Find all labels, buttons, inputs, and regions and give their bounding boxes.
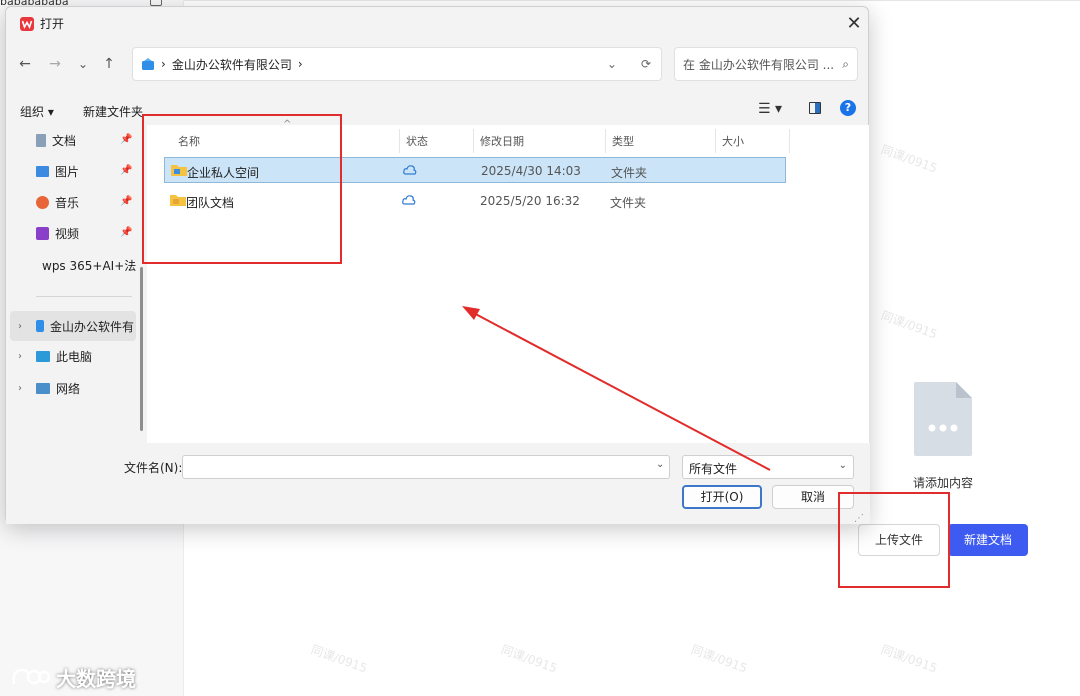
watermark-text: 同课/0915	[689, 642, 750, 676]
nav-item-label: 金山办公软件有	[49, 319, 134, 334]
preview-pane-icon[interactable]	[809, 102, 821, 114]
watermark-text: 同课/0915	[879, 642, 940, 676]
close-icon[interactable]: ✕	[842, 13, 866, 35]
cloud-drive-icon	[36, 320, 44, 332]
music-icon	[36, 195, 49, 209]
search-input[interactable]: 在 金山办公软件有限公司 ...	[683, 56, 842, 73]
annotation-highlight-box	[838, 492, 950, 588]
column-divider[interactable]	[715, 129, 716, 153]
column-divider[interactable]	[605, 129, 606, 153]
chevron-down-icon[interactable]: ⌄	[839, 460, 847, 471]
watermark-text: 同课/0915	[499, 642, 560, 676]
nav-item-label: 此电脑	[56, 349, 93, 364]
organize-menu[interactable]: 组织 ▾	[20, 103, 54, 120]
nav-item-wps-folder[interactable]: wps 365+AI+法	[36, 253, 136, 277]
empty-document-icon	[912, 380, 974, 458]
app-topline	[184, 0, 1080, 1]
new-document-button[interactable]: 新建文档	[948, 524, 1028, 556]
pin-icon[interactable]: 📌	[120, 196, 132, 207]
watermark-text: 同课/0915	[309, 642, 370, 676]
watermark-text: 同课/0915	[879, 308, 940, 342]
file-modified: 2025/5/20 16:32	[480, 194, 580, 208]
computer-icon	[36, 350, 50, 362]
file-type: 文件夹	[610, 196, 647, 210]
column-header-status[interactable]: 状态	[406, 133, 428, 149]
brand-logo-icon	[12, 668, 50, 685]
address-separator: ›	[161, 57, 166, 71]
up-arrow-icon[interactable]: ↑	[98, 53, 120, 75]
nav-item-network[interactable]: 网络	[36, 376, 156, 400]
nav-separator	[36, 296, 132, 297]
back-arrow-icon[interactable]: ←	[14, 53, 36, 75]
expand-chevron-icon[interactable]: ›	[18, 383, 22, 394]
brand-watermark: 大数跨境	[10, 662, 136, 692]
nav-item-documents[interactable]: 文档	[36, 128, 156, 152]
pin-icon[interactable]: 📌	[120, 165, 132, 176]
column-header-size[interactable]: 大小	[722, 133, 744, 149]
picture-icon	[36, 165, 49, 177]
nav-item-label: 图片	[55, 164, 80, 179]
file-type-select[interactable]: 所有文件 ⌄	[682, 455, 854, 479]
nav-item-videos[interactable]: 视频	[36, 221, 156, 245]
address-dropdown-icon[interactable]: ⌄	[607, 57, 617, 71]
refresh-icon[interactable]: ⟳	[641, 57, 651, 71]
expand-chevron-icon[interactable]: ›	[18, 351, 22, 362]
dialog-title: 打开	[40, 17, 65, 31]
help-icon[interactable]: ?	[840, 100, 856, 116]
column-header-type[interactable]: 类型	[612, 133, 634, 149]
column-divider[interactable]	[473, 129, 474, 153]
empty-state-text: 请添加内容	[912, 476, 973, 490]
open-file-dialog: 打开 ✕ ← → ⌄ ↑ › 金山办公软件有限公司 › ⌄ ⟳ 在 金山办公软件…	[5, 6, 870, 524]
nav-item-label: 网络	[56, 381, 81, 396]
nav-item-label: 文档	[52, 133, 77, 148]
cloud-status-icon	[402, 195, 416, 205]
cloud-drive-icon	[142, 58, 154, 70]
search-box[interactable]: 在 金山办公软件有限公司 ... ⌕	[674, 47, 858, 81]
forward-arrow-icon[interactable]: →	[44, 53, 66, 75]
nav-item-pictures[interactable]: 图片	[36, 159, 156, 183]
file-name-input[interactable]	[182, 455, 670, 479]
document-icon	[36, 133, 46, 147]
nav-item-this-pc[interactable]: 此电脑	[36, 344, 156, 368]
view-options-icon[interactable]: ☰ ▾	[758, 101, 782, 117]
file-type: 文件夹	[611, 166, 648, 180]
pin-icon[interactable]: 📌	[120, 227, 132, 238]
nav-item-label: 音乐	[55, 195, 80, 210]
new-folder-button[interactable]: 新建文件夹	[83, 103, 143, 120]
network-icon	[36, 382, 50, 394]
nav-item-kingsoft-cloud[interactable]: 金山办公软件有	[36, 314, 134, 338]
nav-item-music[interactable]: 音乐	[36, 190, 156, 214]
column-divider[interactable]	[399, 129, 400, 153]
recent-locations-icon[interactable]: ⌄	[72, 53, 94, 75]
file-name-label: 文件名(N):	[124, 461, 183, 475]
address-trail[interactable]: ›	[298, 57, 303, 71]
search-icon[interactable]: ⌕	[842, 57, 849, 72]
brand-text: 大数跨境	[56, 666, 136, 691]
file-type-value: 所有文件	[689, 462, 738, 476]
dialog-titlebar: 打开	[20, 15, 64, 32]
address-location[interactable]: 金山办公软件有限公司	[172, 56, 292, 73]
video-icon	[36, 226, 49, 240]
address-bar[interactable]: › 金山办公软件有限公司 › ⌄ ⟳	[132, 47, 662, 81]
nav-item-label: 视频	[55, 226, 80, 241]
column-header-modified[interactable]: 修改日期	[480, 133, 524, 149]
open-button[interactable]: 打开(O)	[682, 485, 762, 509]
annotation-highlight-box	[142, 114, 342, 264]
column-divider[interactable]	[789, 129, 790, 153]
file-name-dropdown-icon[interactable]: ⌄	[656, 459, 664, 470]
expand-chevron-icon[interactable]: ›	[18, 321, 22, 332]
cloud-status-icon	[403, 165, 417, 175]
pin-icon[interactable]: 📌	[120, 134, 132, 145]
nav-item-label: wps 365+AI+法	[42, 258, 136, 273]
file-modified: 2025/4/30 14:03	[481, 164, 581, 178]
wps-logo-icon	[20, 16, 34, 31]
watermark-text: 同课/0915	[879, 142, 940, 176]
